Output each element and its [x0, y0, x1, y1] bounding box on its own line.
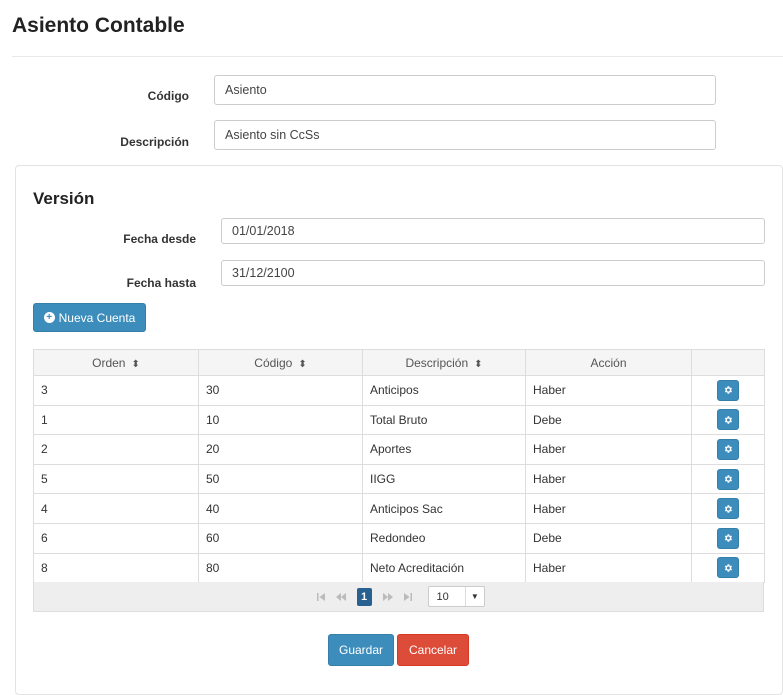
- title-divider: [12, 56, 783, 57]
- nueva-cuenta-button[interactable]: + Nueva Cuenta: [33, 303, 146, 332]
- fecha-desde-label: Fecha desde: [123, 232, 196, 246]
- cell-accion: Haber: [525, 434, 692, 465]
- table-row: 3 30 Anticipos Haber: [33, 375, 765, 406]
- cell-accion: Haber: [525, 552, 692, 584]
- cell-orden: 5: [33, 463, 199, 495]
- save-button[interactable]: Guardar: [328, 634, 394, 666]
- gear-icon: [724, 564, 732, 572]
- gear-icon: [724, 534, 732, 543]
- cell-descripcion: Neto Acreditación: [362, 552, 526, 584]
- cell-orden: 3: [33, 375, 199, 406]
- cuentas-table: Orden ⬍ Código ⬍ Descripción ⬍ Acción 3 30 …: [33, 349, 765, 584]
- cell-codigo: 60: [198, 522, 363, 554]
- table-row: 4 40 Anticipos Sac Haber: [33, 493, 765, 524]
- cell-accion: Haber: [525, 493, 692, 524]
- cell-accion: Haber: [525, 463, 692, 495]
- cell-codigo: 30: [198, 375, 363, 406]
- gear-icon: [724, 475, 732, 483]
- cell-orden: 4: [33, 493, 199, 524]
- chevron-down-icon: ▼: [465, 587, 483, 606]
- first-page-icon[interactable]: [313, 588, 329, 606]
- cell-orden: 6: [33, 522, 199, 554]
- row-settings-button[interactable]: [717, 468, 739, 490]
- cell-descripcion: Anticipos Sac: [362, 493, 526, 524]
- cell-accion: Haber: [525, 375, 692, 406]
- next-page-icon[interactable]: [380, 588, 396, 606]
- table-row: 1 10 Total Bruto Debe: [33, 404, 765, 436]
- version-title: Versión: [33, 189, 95, 208]
- page-title: Asiento Contable: [12, 14, 185, 37]
- cell-codigo: 40: [198, 493, 363, 524]
- column-header-actions: [691, 349, 765, 376]
- column-header-orden[interactable]: Orden ⬍: [33, 349, 199, 376]
- cell-orden: 8: [33, 552, 199, 584]
- row-settings-button[interactable]: [717, 498, 739, 520]
- descripcion-label: Descripción: [120, 135, 189, 149]
- fecha-hasta-label: Fecha hasta: [126, 276, 196, 290]
- sort-icon: ⬍: [474, 358, 483, 370]
- last-page-icon[interactable]: [400, 588, 416, 606]
- cancel-button[interactable]: Cancelar: [397, 634, 469, 666]
- cell-orden: 1: [33, 404, 199, 436]
- cell-descripcion: Aportes: [362, 434, 526, 465]
- table-row: 2 20 Aportes Haber: [33, 434, 765, 465]
- previous-page-icon[interactable]: [333, 588, 349, 606]
- nueva-cuenta-label: Nueva Cuenta: [58, 310, 136, 325]
- row-settings-button[interactable]: [717, 409, 739, 431]
- cell-codigo: 50: [198, 463, 363, 495]
- cell-descripcion: Total Bruto: [362, 404, 526, 436]
- cell-accion: Debe: [525, 522, 692, 554]
- codigo-input[interactable]: [214, 75, 716, 105]
- fecha-hasta-input[interactable]: [221, 260, 765, 286]
- page-size-value: 10: [436, 590, 449, 603]
- cell-codigo: 20: [198, 434, 363, 465]
- row-settings-button[interactable]: [717, 527, 739, 549]
- gear-icon: [724, 445, 732, 454]
- cell-codigo: 10: [198, 404, 363, 436]
- column-header-codigo[interactable]: Código ⬍: [198, 349, 363, 376]
- cell-descripcion: IIGG: [362, 463, 526, 495]
- cell-descripcion: Redondeo: [362, 522, 526, 554]
- cell-accion: Debe: [525, 404, 692, 436]
- sort-icon: ⬍: [131, 358, 140, 370]
- cell-codigo: 80: [198, 552, 363, 584]
- descripcion-input[interactable]: [214, 120, 716, 150]
- table-header-row: Orden ⬍ Código ⬍ Descripción ⬍ Acción: [33, 349, 765, 376]
- cell-orden: 2: [33, 434, 199, 465]
- row-settings-button[interactable]: [717, 379, 739, 401]
- table-row: 8 80 Neto Acreditación Haber: [33, 552, 765, 584]
- page-size-select[interactable]: 10 ▼: [427, 586, 485, 607]
- column-header-accion: Acción: [525, 349, 692, 376]
- fecha-desde-input[interactable]: [221, 218, 765, 244]
- gear-icon: [724, 386, 732, 395]
- cell-descripcion: Anticipos: [362, 375, 526, 406]
- table-row: 5 50 IIGG Haber: [33, 463, 765, 495]
- codigo-label: Código: [147, 89, 189, 103]
- page-number-button[interactable]: 1: [356, 587, 372, 606]
- row-settings-button[interactable]: [717, 438, 739, 460]
- column-header-descripcion[interactable]: Descripción ⬍: [362, 349, 526, 376]
- row-settings-button[interactable]: [717, 557, 739, 579]
- pager: 1 10 ▼: [33, 582, 764, 612]
- plus-circle-icon: +: [43, 312, 55, 323]
- table-row: 6 60 Redondeo Debe: [33, 522, 765, 554]
- gear-icon: [724, 416, 732, 424]
- sort-icon: ⬍: [298, 358, 307, 370]
- gear-icon: [724, 504, 732, 513]
